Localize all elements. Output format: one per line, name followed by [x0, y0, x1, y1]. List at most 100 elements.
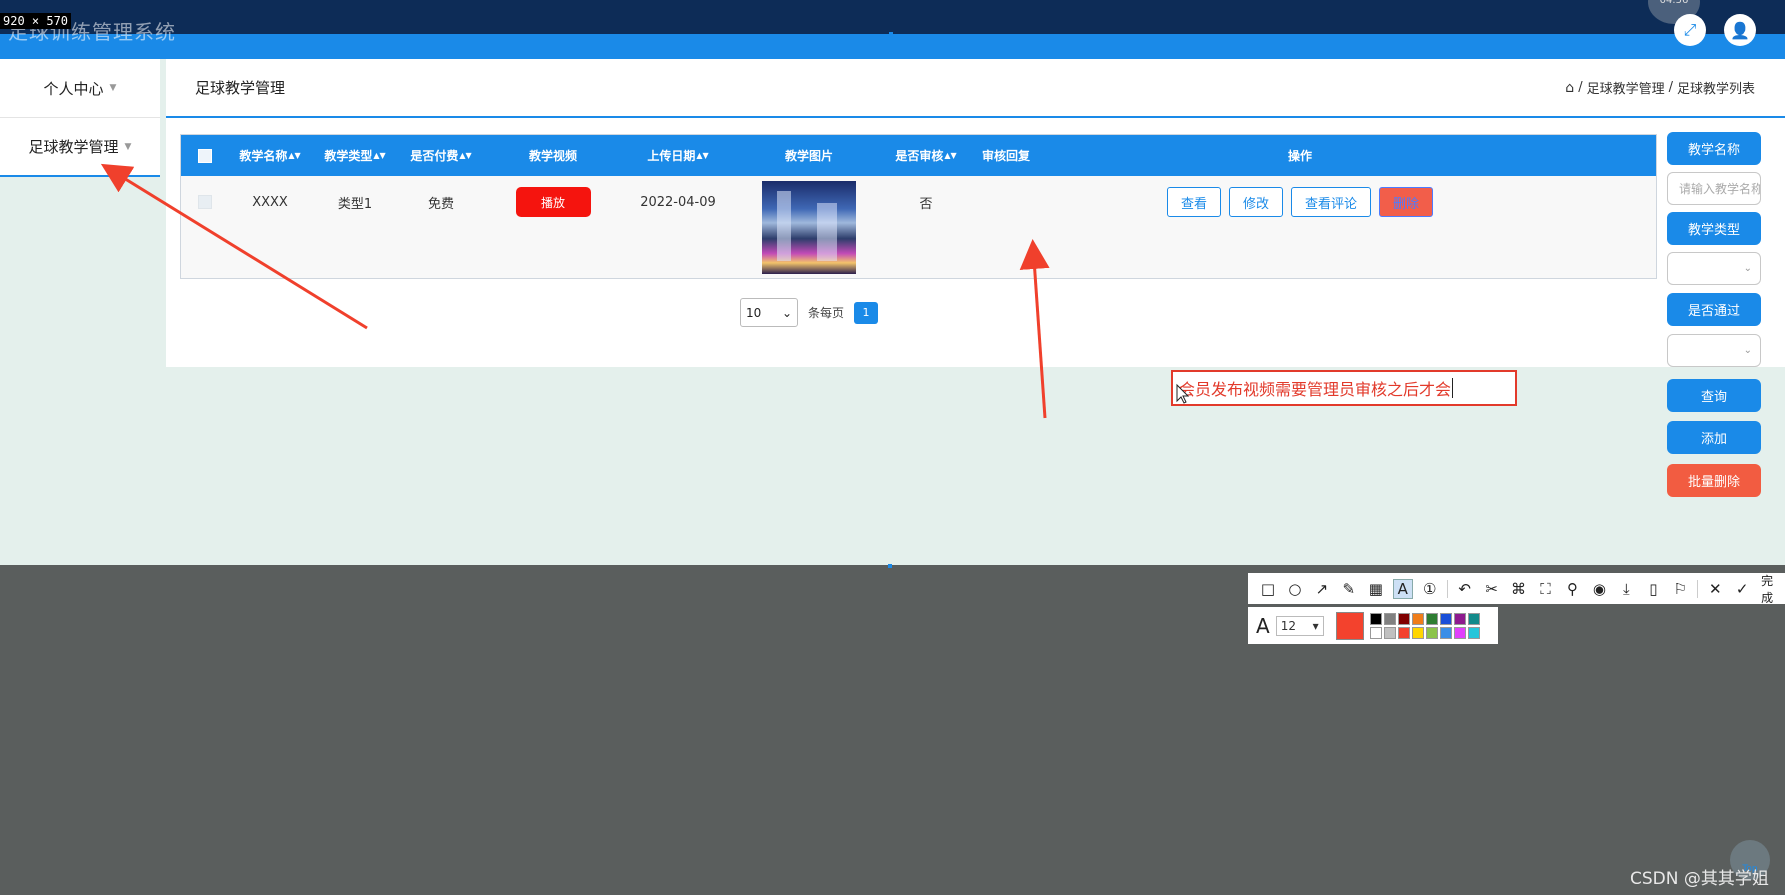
bookmark-icon[interactable]: ⚐: [1670, 579, 1690, 599]
type-select[interactable]: ⌄: [1667, 252, 1761, 285]
sort-icon: ▲▼: [373, 151, 386, 160]
record-icon[interactable]: ◉: [1589, 579, 1609, 599]
number-tool-icon[interactable]: ①: [1420, 579, 1440, 599]
sidebar-item-football-teaching[interactable]: 足球教学管理 ▼: [0, 118, 160, 177]
color-swatch[interactable]: [1439, 612, 1452, 625]
text-style-palette: A 12 ▾: [1248, 607, 1498, 644]
color-swatch[interactable]: [1453, 626, 1466, 639]
edit-button[interactable]: 修改: [1228, 187, 1283, 217]
sort-icon: ▲▼: [696, 151, 709, 160]
color-swatch[interactable]: [1369, 626, 1382, 639]
page-1-button[interactable]: 1: [854, 301, 879, 324]
query-button[interactable]: 查询: [1667, 379, 1761, 412]
add-button[interactable]: 添加: [1667, 421, 1761, 454]
watermark: CSDN @其其学姐: [1630, 869, 1769, 889]
play-video-button[interactable]: 播放: [515, 187, 591, 217]
col-type[interactable]: 教学类型 ▲▼: [312, 135, 398, 176]
per-page-label: 条每页: [808, 306, 845, 320]
color-swatch[interactable]: [1397, 612, 1410, 625]
color-swatch[interactable]: [1467, 626, 1480, 639]
pass-select[interactable]: ⌄: [1667, 334, 1761, 367]
name-label-button[interactable]: 教学名称: [1667, 132, 1761, 165]
sort-icon: ▲▼: [944, 151, 957, 160]
color-swatch[interactable]: [1397, 626, 1410, 639]
download-icon[interactable]: ⤓: [1616, 579, 1636, 599]
selection-handle: [889, 32, 893, 36]
undo-icon[interactable]: ↶: [1455, 579, 1475, 599]
col-date[interactable]: 上传日期 ▲▼: [622, 135, 734, 176]
page-size-select[interactable]: 10 ⌄: [740, 298, 798, 327]
chevron-down-icon: ⌄: [1743, 345, 1752, 356]
color-swatch[interactable]: [1383, 612, 1396, 625]
breadcrumb: ⌂ / 足球教学管理 / 足球教学列表: [1565, 78, 1755, 98]
snip-toolbar: □ ○ ↗ ✎ ▦ A ① ↶ ✂ ⌘ ⛶ ⚲ ◉ ⤓ ▯ ⚐ ✕ ✓ 完成: [1248, 572, 1785, 606]
current-color-swatch[interactable]: [1335, 611, 1364, 640]
type-label-button[interactable]: 教学类型: [1667, 212, 1761, 245]
pen-tool-icon[interactable]: ✎: [1339, 579, 1359, 599]
ellipse-tool-icon[interactable]: ○: [1285, 579, 1305, 599]
table-header: 教学名称 ▲▼ 教学类型 ▲▼ 是否付费 ▲▼ 教学视频 上传日期 ▲▼ 教学图片 是否…: [181, 135, 1656, 176]
col-name[interactable]: 教学名称 ▲▼: [228, 135, 312, 176]
delete-button[interactable]: 删除: [1379, 187, 1434, 217]
color-swatch[interactable]: [1425, 612, 1438, 625]
chevron-down-icon: ⌄: [1743, 263, 1752, 274]
font-size-select[interactable]: 12 ▾: [1275, 615, 1324, 636]
user-avatar-icon[interactable]: 👤: [1724, 14, 1756, 46]
teaching-table: 教学名称 ▲▼ 教学类型 ▲▼ 是否付费 ▲▼ 教学视频 上传日期 ▲▼ 教学图片 是否…: [180, 134, 1657, 279]
ocr-icon[interactable]: ⛶: [1536, 579, 1556, 599]
scissors-icon[interactable]: ✂: [1482, 579, 1502, 599]
col-reviewed[interactable]: 是否审核 ▲▼: [884, 135, 968, 176]
text-cursor: [1452, 378, 1454, 398]
window-top-bar: [0, 0, 1785, 34]
color-swatch[interactable]: [1411, 626, 1424, 639]
color-swatch[interactable]: [1425, 626, 1438, 639]
text-tool-icon[interactable]: A: [1392, 578, 1413, 599]
caret-down-icon: ▼: [109, 83, 117, 93]
pin-icon[interactable]: ⚲: [1562, 579, 1582, 599]
color-swatch[interactable]: [1453, 612, 1466, 625]
sidebar-item-personal-center[interactable]: 个人中心 ▼: [0, 59, 160, 118]
breadcrumb-level2: 足球教学列表: [1676, 82, 1755, 97]
color-swatch[interactable]: [1383, 626, 1396, 639]
select-all-checkbox[interactable]: [197, 148, 212, 163]
fullscreen-icon[interactable]: ⤢: [1674, 14, 1706, 46]
view-comments-button[interactable]: 查看评论: [1291, 187, 1372, 217]
close-icon[interactable]: ✕: [1705, 579, 1725, 599]
arrow-tool-icon[interactable]: ↗: [1312, 579, 1332, 599]
caret-down-icon: ▼: [124, 141, 132, 152]
home-icon[interactable]: ⌂: [1565, 80, 1574, 96]
pagination: 10 ⌄ 条每页 1: [740, 298, 879, 327]
col-image: 教学图片: [784, 149, 833, 163]
font-icon: A: [1256, 613, 1270, 638]
color-swatch[interactable]: [1467, 612, 1480, 625]
cell-paid: 免费: [427, 196, 454, 212]
cell-type: 类型1: [337, 196, 373, 212]
view-button[interactable]: 查看: [1166, 187, 1221, 217]
row-checkbox[interactable]: [197, 195, 212, 209]
color-swatch[interactable]: [1439, 626, 1452, 639]
chevron-down-icon: ⌄: [781, 305, 792, 320]
mosaic-tool-icon[interactable]: ▦: [1366, 579, 1386, 599]
table-row: XXXX 类型1 免费 播放 2022-04-09 否 查看 修改 查看评论 删…: [181, 176, 1656, 278]
teaching-thumbnail-image[interactable]: [762, 181, 856, 274]
pass-label-button[interactable]: 是否通过: [1667, 293, 1761, 326]
done-button[interactable]: 完成: [1761, 572, 1785, 606]
cell-reply: [968, 176, 1044, 228]
col-paid[interactable]: 是否付费 ▲▼: [398, 135, 484, 176]
annotation-textbox[interactable]: 会员发布视频需要管理员审核之后才会: [1171, 370, 1517, 406]
cell-name: XXXX: [252, 194, 288, 210]
batch-delete-button[interactable]: 批量删除: [1667, 464, 1761, 497]
color-swatch[interactable]: [1411, 612, 1424, 625]
translate-icon[interactable]: ⌘: [1509, 579, 1529, 599]
name-search-input[interactable]: 请输入教学名称: [1667, 172, 1761, 205]
app-header: [0, 34, 1785, 59]
col-ops: 操作: [1287, 149, 1312, 163]
cell-date: 2022-04-09: [640, 194, 716, 210]
rectangle-tool-icon[interactable]: □: [1258, 579, 1278, 599]
breadcrumb-level1[interactable]: 足球教学管理: [1587, 78, 1665, 97]
caret-down-icon: ▾: [1312, 618, 1319, 633]
color-swatch[interactable]: [1369, 612, 1382, 625]
phone-icon[interactable]: ▯: [1643, 579, 1663, 599]
selection-handle: [888, 564, 892, 568]
check-icon[interactable]: ✓: [1732, 579, 1752, 599]
